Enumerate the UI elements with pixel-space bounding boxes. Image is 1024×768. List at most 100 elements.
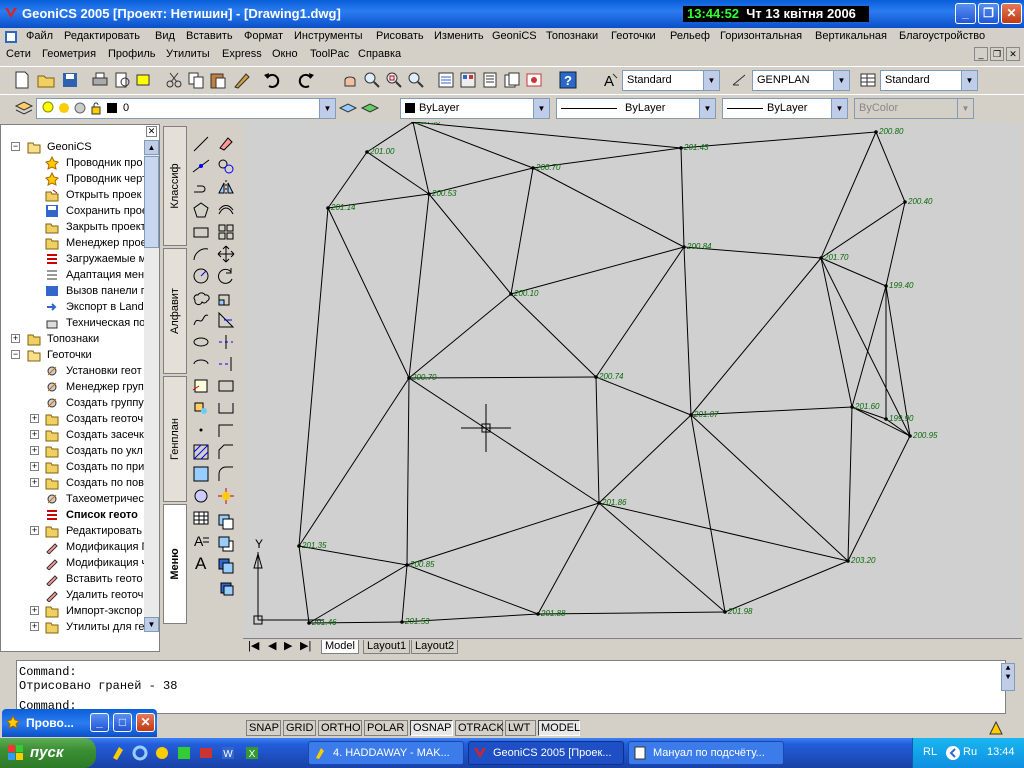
fillet-icon[interactable] (216, 464, 236, 484)
quicklaunch-opera-icon[interactable] (154, 745, 170, 761)
trim-icon[interactable] (216, 332, 236, 352)
start-button[interactable]: пуск (0, 738, 96, 768)
menu-menu1-14[interactable]: Благоустройство (899, 30, 985, 42)
rotate-icon[interactable] (216, 266, 236, 286)
color-select[interactable]: ByLayer ▼ (400, 98, 550, 119)
status-toggle-lwt[interactable]: LWT (505, 720, 536, 736)
lock-icon[interactable] (89, 101, 103, 118)
tree-item[interactable]: + Топознаки (1, 331, 145, 347)
menu-menu1-0[interactable]: Файл (26, 30, 53, 42)
back-arrow-icon[interactable] (945, 745, 961, 761)
mtext-icon[interactable]: A (191, 530, 211, 550)
explode-icon[interactable] (216, 486, 236, 506)
expand-icon[interactable]: + (30, 526, 39, 535)
hatch-icon[interactable] (191, 442, 211, 462)
quicklaunch-word-icon[interactable]: W (220, 745, 236, 761)
tree-item[interactable]: Экспорт в Land (1, 299, 145, 315)
chamfer-icon[interactable] (216, 442, 236, 462)
bring-front-icon[interactable] (216, 534, 236, 554)
menu-menu2-4[interactable]: Express (222, 48, 262, 60)
tree-item[interactable]: − GeoniCS (1, 139, 145, 155)
copy-object-icon[interactable] (216, 156, 236, 176)
chevron-down-icon[interactable]: ▼ (699, 99, 715, 118)
status-toggle-polar[interactable]: POLAR (364, 720, 408, 736)
extend-icon[interactable] (216, 354, 236, 374)
draworder-icon[interactable] (216, 512, 236, 532)
markup-icon[interactable] (524, 70, 544, 90)
matchprop-icon[interactable] (232, 70, 252, 90)
menu-menu1-1[interactable]: Редактировать (64, 30, 140, 42)
layer-select[interactable]: 0 ▼ (36, 98, 336, 119)
tab-alfavit[interactable]: Алфавит (163, 248, 187, 374)
menu-menu1-2[interactable]: Вид (155, 30, 175, 42)
tree-item[interactable]: Вызов панели г (1, 283, 145, 299)
make-current-icon[interactable] (338, 98, 358, 118)
tree-item[interactable]: Вставить геото (1, 571, 145, 587)
last-tab-icon[interactable]: ▶| (297, 640, 314, 654)
menu-menu1-13[interactable]: Вертикальная (815, 30, 887, 42)
point-icon[interactable] (191, 420, 211, 440)
status-toggle-otrack[interactable]: OTRACK (455, 720, 504, 736)
erase-icon[interactable] (216, 134, 236, 154)
undo-icon[interactable] (262, 70, 282, 90)
tree-item[interactable]: + Создать геоточ (1, 411, 145, 427)
chevron-down-icon[interactable]: ▼ (703, 71, 719, 90)
print-icon[interactable] (90, 70, 110, 90)
minimized-window[interactable]: Прово... _ □ ✕ (2, 709, 157, 737)
menu-menu2-0[interactable]: Сети (6, 48, 31, 60)
scroll-down-icon[interactable]: ▼ (144, 617, 159, 632)
chevron-down-icon[interactable]: ▼ (831, 99, 847, 118)
linetype-select[interactable]: ByLayer ▼ (556, 98, 716, 119)
tree-item[interactable]: + Создать засечк (1, 427, 145, 443)
properties-icon[interactable] (436, 70, 456, 90)
tree-item[interactable]: Модификация Г (1, 539, 148, 555)
menu-menu2-6[interactable]: ToolPac (310, 48, 349, 60)
miniwin-maximize-button[interactable]: □ (113, 713, 132, 732)
tree-item[interactable]: Модификация ч (1, 555, 147, 571)
expand-icon[interactable]: + (30, 606, 39, 615)
document-icon[interactable] (4, 30, 18, 44)
cut-icon[interactable] (164, 70, 184, 90)
menu-menu1-10[interactable]: Геоточки (611, 30, 656, 42)
status-toggle-ortho[interactable]: ORTHO (318, 720, 362, 736)
preview-icon[interactable] (112, 70, 132, 90)
tree-item[interactable]: Тахеометричес (1, 491, 145, 507)
polyline-icon[interactable] (191, 178, 211, 198)
first-tab-icon[interactable]: |◀ (245, 640, 262, 654)
table-style-select[interactable]: Standard ▼ (880, 70, 978, 91)
dim-style-icon[interactable] (730, 70, 750, 90)
tree-item[interactable]: + Создать по при (1, 459, 145, 475)
expand-icon[interactable]: + (11, 334, 20, 343)
miniwin-close-button[interactable]: ✕ (136, 713, 155, 732)
expand-icon[interactable]: + (30, 430, 39, 439)
collapse-icon[interactable]: − (11, 142, 20, 151)
dim-style-select[interactable]: GENPLAN ▼ (752, 70, 850, 91)
insert-block-icon[interactable] (191, 376, 211, 396)
table-style-icon[interactable] (858, 70, 878, 90)
circle-icon[interactable] (191, 266, 211, 286)
status-toggle-model[interactable]: MODEL (538, 720, 580, 736)
tab-menu[interactable]: Меню (163, 504, 187, 624)
arc-icon[interactable] (191, 244, 211, 264)
layer-previous-icon[interactable] (360, 98, 380, 118)
text-icon[interactable]: A (191, 552, 211, 572)
draw-order-under-icon[interactable] (216, 578, 236, 598)
sun-icon[interactable] (57, 101, 71, 118)
menu-menu1-3[interactable]: Вставить (186, 30, 233, 42)
mdi-close-button[interactable]: ✕ (1006, 47, 1020, 61)
gradient-icon[interactable] (191, 464, 211, 484)
scale-icon[interactable] (216, 288, 236, 308)
quicklaunch-excel-icon[interactable]: X (244, 745, 260, 761)
tab-model[interactable]: Model (321, 640, 359, 654)
next-tab-icon[interactable]: ▶ (281, 640, 295, 654)
zoom-realtime-icon[interactable] (362, 70, 382, 90)
tree-item[interactable]: Закрыть проект (1, 219, 146, 235)
tab-layout1[interactable]: Layout1 (363, 640, 411, 654)
ellipse-arc-icon[interactable] (191, 354, 211, 374)
menu-menu1-12[interactable]: Горизонтальная (720, 30, 802, 42)
quicklaunch-app-icon[interactable] (176, 745, 192, 761)
tree-item[interactable]: Установки геот (1, 363, 145, 379)
text-style-icon[interactable]: A (600, 70, 620, 90)
keyboard-lang[interactable]: Ru (963, 746, 977, 758)
ellipse-icon[interactable] (191, 332, 211, 352)
